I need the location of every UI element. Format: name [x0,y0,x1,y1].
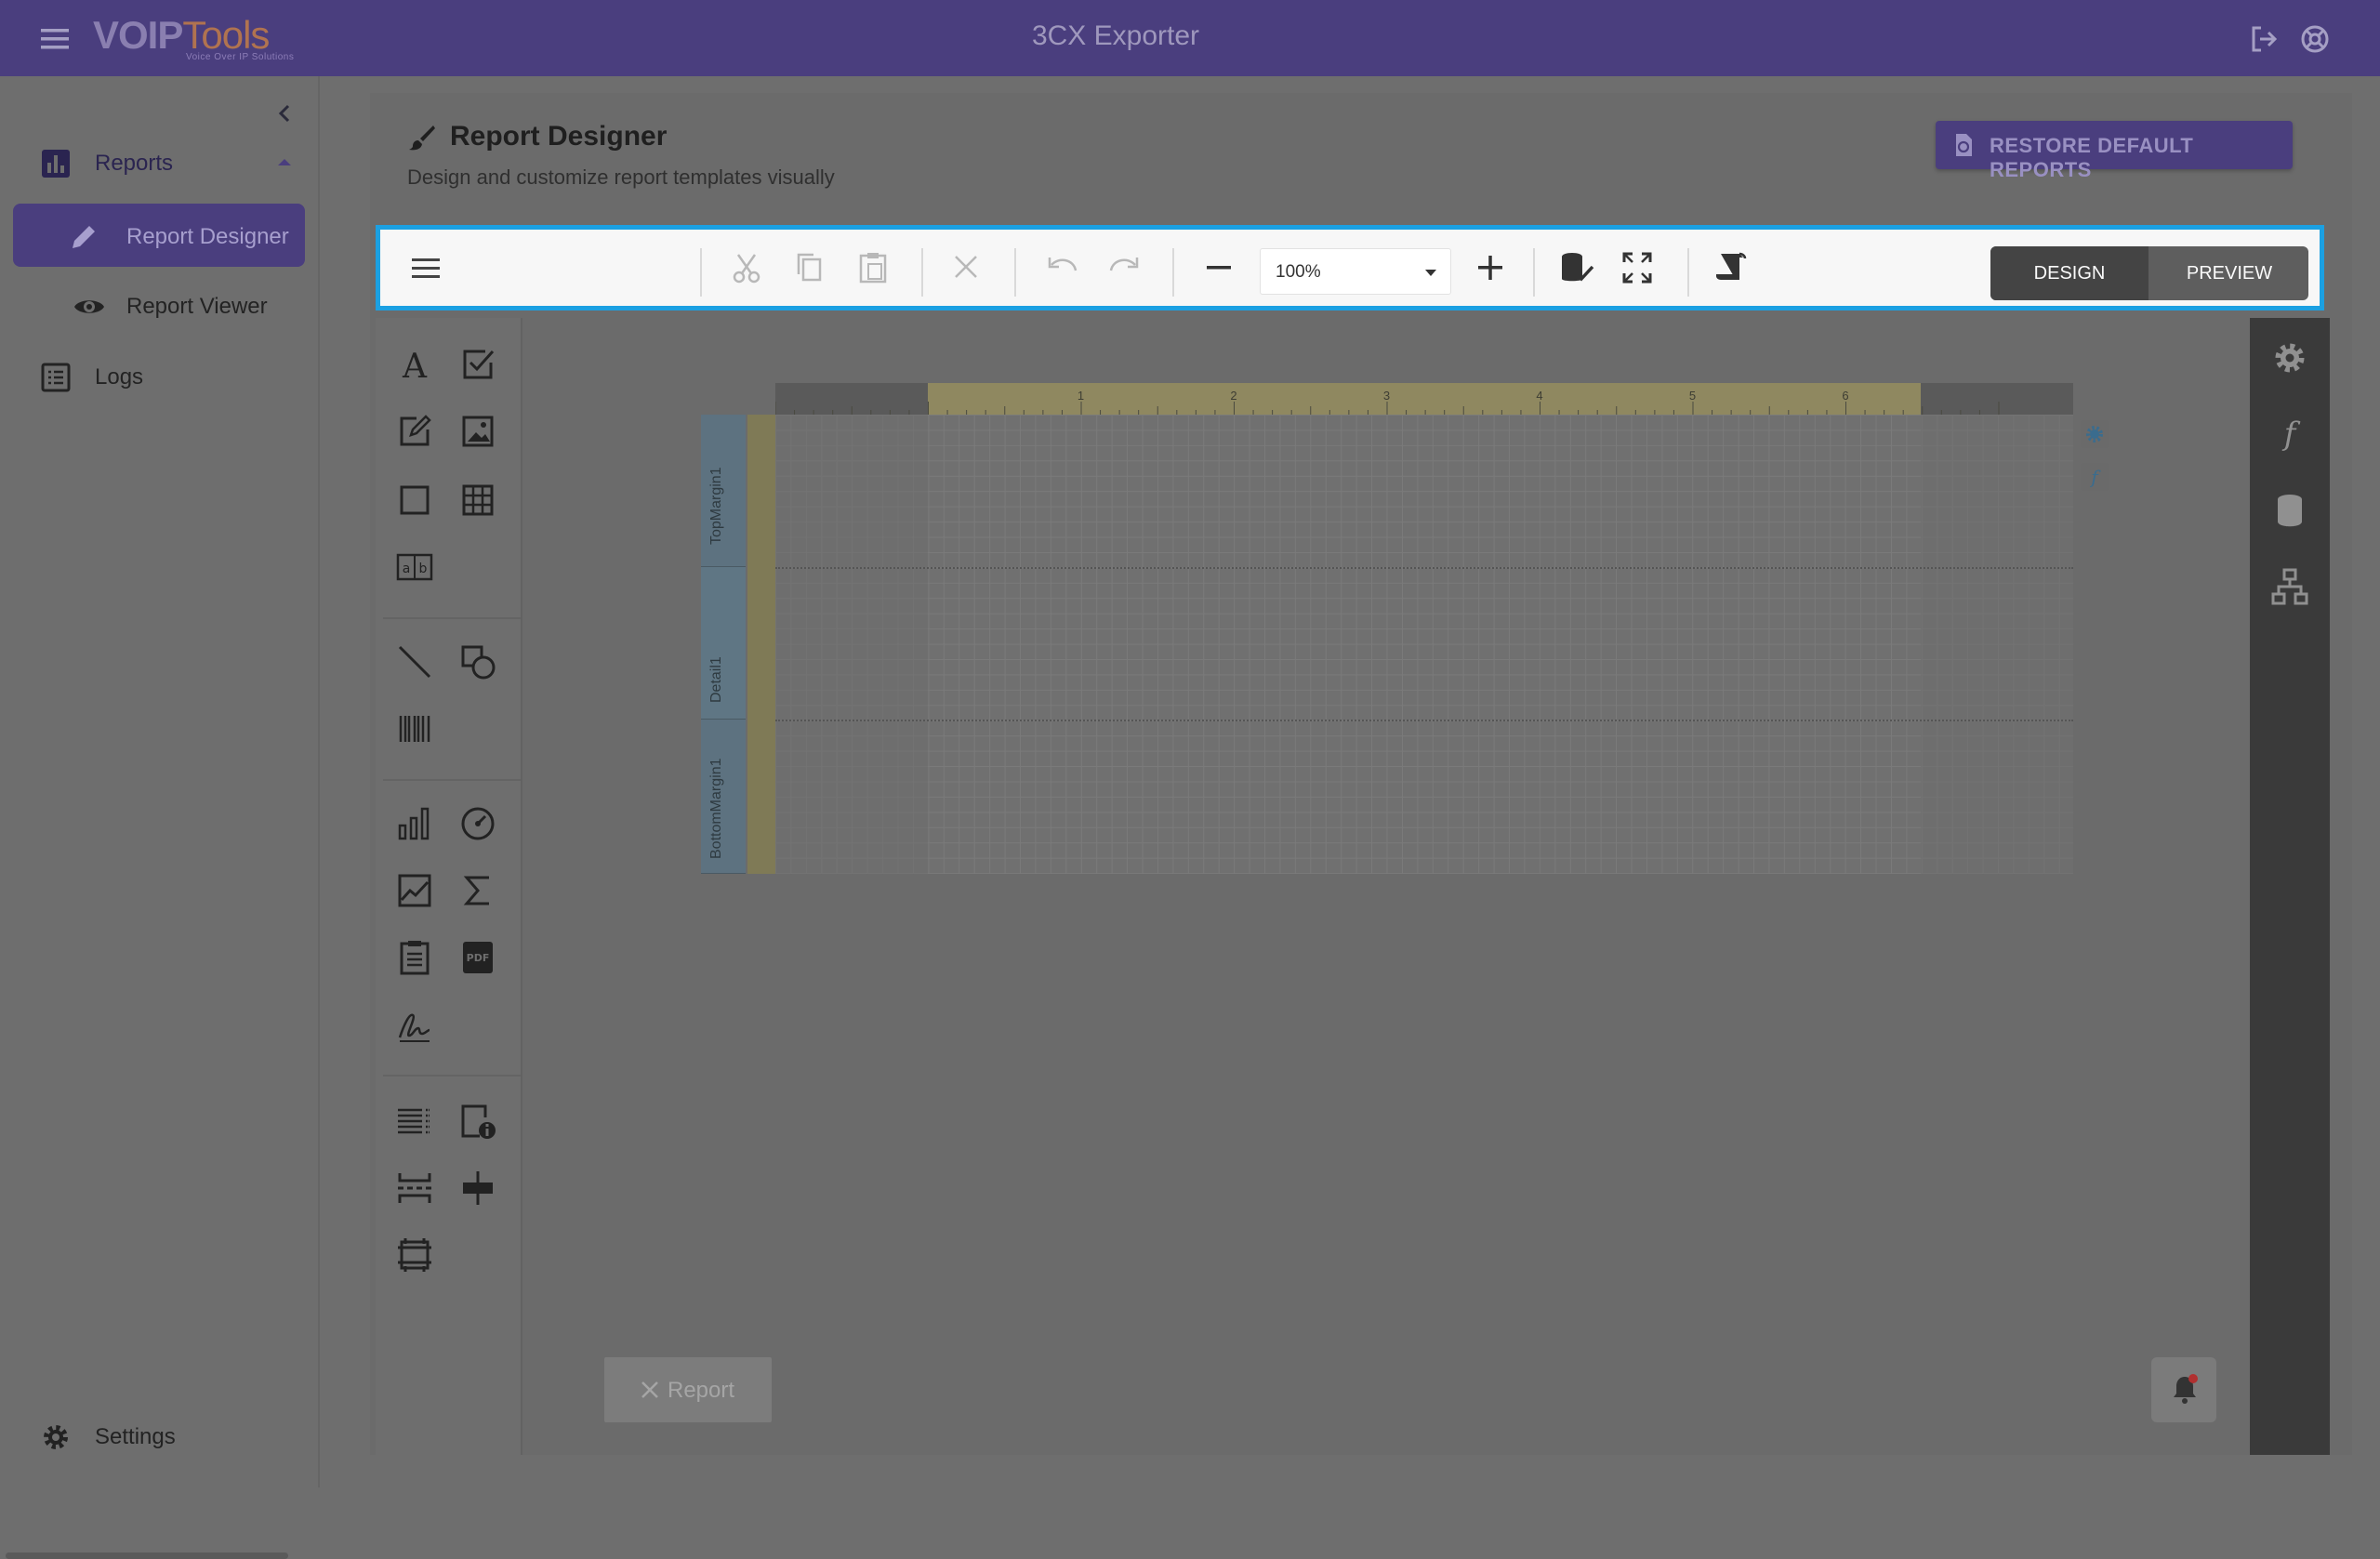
report-tab[interactable]: Report [604,1357,772,1422]
designer-toolbar: 100% DESIGN PREVIEW [376,225,2324,310]
sidebar-item-settings[interactable]: Settings [0,1404,320,1467]
validate-bindings-icon[interactable] [1555,248,1596,287]
properties-gear-icon[interactable] [2270,338,2309,377]
band-headers: TopMargin1 Detail1 BottomMargin1 [701,415,746,874]
bar-chart-icon [39,147,73,180]
brush-icon [407,123,437,152]
file-restore-icon [1950,132,1977,158]
bell-icon [2168,1372,2202,1406]
eye-icon [73,290,106,324]
fullscreen-icon[interactable] [1617,248,1658,287]
paste-icon[interactable] [853,248,893,287]
sidebar-item-reports[interactable]: Reports [0,130,320,193]
label-tool-icon[interactable]: A [394,344,435,385]
properties-side-panel: f [2250,318,2330,1455]
ruler-tick-label: 4 [1536,389,1542,403]
character-comb-tool-icon[interactable]: ab [394,547,435,588]
field-list-database-icon[interactable] [2270,491,2309,530]
sidebar-item-logs[interactable]: Logs [0,344,320,407]
hamburger-menu-icon[interactable] [404,248,445,287]
page-title: Report Designer [450,121,668,152]
notifications-button[interactable] [2151,1357,2216,1422]
undo-icon[interactable] [1042,248,1083,287]
line-tool-icon[interactable] [394,641,435,682]
chevron-up-icon [275,152,294,171]
zoom-in-icon[interactable] [1470,248,1511,287]
zoom-out-icon[interactable] [1198,248,1239,287]
sidebar-item-report-viewer[interactable]: Report Viewer [0,273,320,337]
ruler-tick-label: 2 [1230,389,1236,403]
report-page[interactable]: 1 2 3 4 5 6 TopMargin1 Detail1 BottomMargin1 [701,383,2073,874]
horizontal-ruler: 1 2 3 4 5 6 [775,383,2073,415]
band-topmargin[interactable]: TopMargin1 [701,415,746,567]
ruler-tick-label: 5 [1689,389,1696,403]
report-wizard-icon[interactable] [1712,248,1752,287]
band-bottommargin[interactable]: BottomMargin1 [701,720,746,874]
list-icon [39,361,73,394]
top-app-bar: VOIPTools Voice Over IP Solutions 3CX Ex… [0,0,2380,76]
shape-tool-icon[interactable] [457,641,498,682]
svg-text:a: a [403,562,411,576]
sidebar-item-label: Report Viewer [126,294,268,319]
page-break-tool-icon[interactable] [394,1168,435,1209]
gauge-tool-icon[interactable] [457,803,498,844]
picture-box-tool-icon[interactable] [457,411,498,452]
cross-band-box-tool-icon[interactable] [394,1235,435,1275]
ruler-tick-label: 3 [1383,389,1390,403]
vertical-ruler [747,415,775,874]
chevron-down-icon [1424,266,1437,279]
svg-text:A: A [402,348,428,385]
svg-text:PDF: PDF [467,952,490,964]
svg-text:f: f [2089,466,2101,488]
sidebar-item-label: Report Designer [126,224,289,249]
restore-default-reports-button[interactable]: RESTORE DEFAULT REPORTS [1936,121,2293,181]
cross-band-line-tool-icon[interactable] [457,1168,498,1209]
pdf-content-tool-icon[interactable]: PDF [457,937,498,978]
report-explorer-icon[interactable] [2270,567,2309,606]
copy-icon[interactable] [789,248,830,287]
chart-tool-icon[interactable] [394,803,435,844]
cut-icon[interactable] [726,248,767,287]
ruler-tick-label: 1 [1078,389,1084,403]
sidebar-item-report-designer[interactable]: Report Designer [13,204,305,267]
ruler-tick-label: 6 [1842,389,1848,403]
sidebar-scrollbar[interactable] [6,1552,288,1559]
close-icon[interactable] [640,1380,660,1400]
expressions-icon[interactable]: f [2270,415,2309,454]
collapse-sidebar-icon[interactable] [270,99,299,128]
design-tab-label[interactable]: DESIGN [1990,263,2149,284]
design-preview-toggle: DESIGN PREVIEW [1990,246,2308,300]
band-settings-gear-icon[interactable] [2081,420,2109,448]
zoom-select[interactable]: 100% [1260,248,1451,295]
redo-icon[interactable] [1104,248,1144,287]
summary-sigma-icon[interactable] [457,870,498,911]
page-subtitle: Design and customize report templates vi… [407,165,835,189]
sidebar-item-label: Logs [95,364,144,390]
sparkline-tool-icon[interactable] [394,870,435,911]
band-detail[interactable]: Detail1 [701,567,746,720]
preview-tab-label[interactable]: PREVIEW [2150,263,2308,284]
logout-icon[interactable] [2246,22,2280,56]
page-info-list-tool-icon[interactable] [394,1101,435,1142]
svg-text:f: f [2281,416,2301,453]
design-grid[interactable] [775,415,2073,874]
checkbox-tool-icon[interactable] [457,344,498,385]
table-of-contents-tool-icon[interactable] [394,937,435,978]
gear-icon [39,1420,73,1454]
rich-text-tool-icon[interactable] [394,411,435,452]
delete-icon[interactable] [945,248,986,287]
table-tool-icon[interactable] [457,480,498,521]
svg-text:b: b [419,562,428,576]
barcode-tool-icon[interactable] [394,708,435,749]
app-title: 3CX Exporter [1031,20,1200,51]
help-icon[interactable] [2298,22,2332,56]
sidebar-item-label: Settings [95,1424,176,1449]
signature-tool-icon[interactable] [394,1006,435,1047]
band-expressions-icon[interactable]: f [2081,463,2109,491]
sidebar: Reports Report Designer Report Viewer Lo… [0,76,320,1559]
page-info-tool-icon[interactable] [457,1101,498,1142]
pencil-icon [67,220,100,254]
sidebar-item-label: Reports [95,151,174,176]
panel-tool-icon[interactable] [394,480,435,521]
